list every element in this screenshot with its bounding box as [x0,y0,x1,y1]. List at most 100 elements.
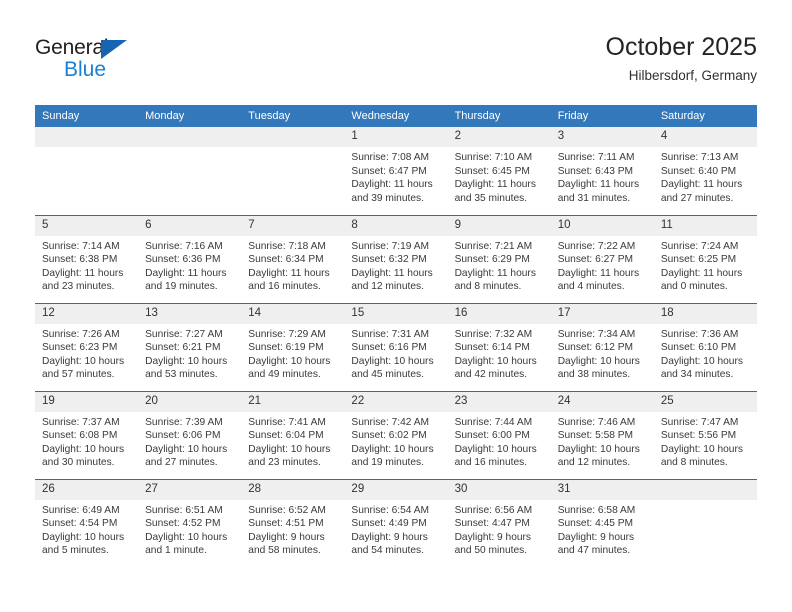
day-number: 16 [447,303,551,324]
daylight-duration-line2: and 30 minutes. [42,457,115,469]
calendar-day-cell[interactable]: 17 Sunrise: 7:34 AM Sunset: 6:12 PM Dayligh… [550,302,654,391]
daylight-duration-line1: Daylight: 10 hours [42,443,125,455]
sunset-time: Sunset: 6:21 PM [145,342,221,354]
day-details: Sunrise: 7:19 AM Sunset: 6:32 PM Daylight:… [344,236,447,294]
day-details: Sunrise: 7:10 AM Sunset: 6:45 PM Daylight:… [448,147,551,205]
title-block: October 2025 Hilbersdorf, Germany [606,32,758,86]
calendar-week-row: 26 Sunrise: 6:49 AM Sunset: 4:54 PM Dayligh… [35,478,757,567]
calendar-day-cell[interactable]: 10 Sunrise: 7:22 AM Sunset: 6:27 PM Dayligh… [550,214,654,303]
calendar-day-cell[interactable]: 18 Sunrise: 7:36 AM Sunset: 6:10 PM Dayligh… [653,302,757,391]
calendar-day-cell[interactable]: 23 Sunrise: 7:44 AM Sunset: 6:00 PM Dayligh… [447,390,551,479]
day-details: Sunrise: 7:26 AM Sunset: 6:23 PM Daylight:… [35,324,138,382]
calendar-day-cell[interactable]: 6 Sunrise: 7:16 AM Sunset: 6:36 PM Daylight… [138,214,242,303]
calendar-day-cell[interactable]: 20 Sunrise: 7:39 AM Sunset: 6:06 PM Dayligh… [138,390,242,479]
sunset-time: Sunset: 6:06 PM [145,430,221,442]
calendar-day-cell[interactable]: 1 Sunrise: 7:08 AM Sunset: 6:47 PM Daylight… [344,127,448,215]
calendar-day-cell[interactable]: 11 Sunrise: 7:24 AM Sunset: 6:25 PM Dayligh… [653,214,757,303]
calendar-day-cell[interactable]: 15 Sunrise: 7:31 AM Sunset: 6:16 PM Dayligh… [344,302,448,391]
daylight-duration-line1: Daylight: 10 hours [660,443,743,455]
calendar-day-cell[interactable]: 5 Sunrise: 7:14 AM Sunset: 6:38 PM Daylight… [35,214,139,303]
sunset-time: Sunset: 6:40 PM [660,165,737,177]
daylight-duration-line2: and 50 minutes. [454,545,528,557]
day-number: 25 [653,391,757,412]
day-details: Sunrise: 7:42 AM Sunset: 6:02 PM Daylight:… [344,412,447,470]
calendar-day-cell[interactable]: 26 Sunrise: 6:49 AM Sunset: 4:54 PM Dayligh… [35,478,139,567]
sunset-time: Sunset: 6:10 PM [660,342,737,354]
weekday-header-sunday: Sunday [35,105,139,127]
calendar-day-cell[interactable]: 21 Sunrise: 7:41 AM Sunset: 6:04 PM Dayligh… [241,390,345,479]
day-details: Sunrise: 7:21 AM Sunset: 6:29 PM Daylight:… [448,236,551,294]
calendar-day-cell[interactable]: 30 Sunrise: 6:56 AM Sunset: 4:47 PM Dayligh… [447,478,551,567]
calendar-day-cell[interactable]: 31 Sunrise: 6:58 AM Sunset: 4:45 PM Dayligh… [550,478,654,567]
sunset-time: Sunset: 6:38 PM [42,254,118,266]
sunset-time: Sunset: 4:45 PM [557,518,634,530]
calendar-day-cell[interactable]: 16 Sunrise: 7:32 AM Sunset: 6:14 PM Dayligh… [447,302,551,391]
general-blue-logo[interactable]: General Blue [35,36,155,84]
calendar-day-cell[interactable]: 9 Sunrise: 7:21 AM Sunset: 6:29 PM Daylight… [447,214,551,303]
day-details: Sunrise: 6:58 AM Sunset: 4:45 PM Daylight:… [551,500,654,558]
calendar-day-cell[interactable]: 28 Sunrise: 6:52 AM Sunset: 4:51 PM Dayligh… [241,478,345,567]
calendar-day-cell[interactable]: 14 Sunrise: 7:29 AM Sunset: 6:19 PM Dayligh… [241,302,345,391]
calendar-week-row: 19 Sunrise: 7:37 AM Sunset: 6:08 PM Dayligh… [35,390,757,479]
sunrise-time: Sunrise: 6:56 AM [454,504,533,516]
calendar-day-cell-empty [241,127,345,215]
sunrise-time: Sunrise: 7:22 AM [557,240,636,252]
day-details: Sunrise: 7:37 AM Sunset: 6:08 PM Daylight:… [35,412,138,470]
sunset-time: Sunset: 6:23 PM [42,342,118,354]
day-details: Sunrise: 7:14 AM Sunset: 6:38 PM Daylight:… [35,236,138,294]
sunset-time: Sunset: 6:45 PM [454,165,530,177]
calendar-day-cell[interactable]: 4 Sunrise: 7:13 AM Sunset: 6:40 PM Daylight… [653,127,757,215]
calendar-day-cell[interactable]: 25 Sunrise: 7:47 AM Sunset: 5:56 PM Dayligh… [653,390,757,479]
daylight-duration-line1: Daylight: 10 hours [351,443,434,455]
daylight-duration-line1: Daylight: 11 hours [454,179,536,191]
sunset-time: Sunset: 6:02 PM [351,430,427,442]
calendar-day-cell-empty [35,127,139,215]
calendar-day-cell[interactable]: 19 Sunrise: 7:37 AM Sunset: 6:08 PM Dayligh… [35,390,139,479]
calendar-day-cell[interactable]: 8 Sunrise: 7:19 AM Sunset: 6:32 PM Daylight… [344,214,448,303]
daylight-duration-line1: Daylight: 11 hours [145,267,227,279]
location-subtitle: Hilbersdorf, Germany [628,68,757,83]
daylight-duration-line1: Daylight: 10 hours [557,355,640,367]
daylight-duration-line1: Daylight: 9 hours [454,531,532,543]
sunrise-time: Sunrise: 7:44 AM [454,416,533,428]
day-number: 2 [447,127,551,147]
calendar-day-cell[interactable]: 27 Sunrise: 6:51 AM Sunset: 4:52 PM Dayligh… [138,478,242,567]
daylight-duration-line1: Daylight: 11 hours [42,267,124,279]
sunset-time: Sunset: 6:34 PM [248,254,324,266]
calendar-grid: Sunday Monday Tuesday Wednesday Thursday… [35,105,757,567]
day-number: 17 [550,303,654,324]
daylight-duration-line1: Daylight: 10 hours [248,443,331,455]
sunset-time: Sunset: 5:58 PM [557,430,634,442]
daylight-duration-line1: Daylight: 10 hours [454,355,537,367]
calendar-day-cell[interactable]: 2 Sunrise: 7:10 AM Sunset: 6:45 PM Daylight… [447,127,551,215]
daylight-duration-line1: Daylight: 11 hours [248,267,330,279]
daylight-duration-line1: Daylight: 11 hours [660,179,743,191]
day-details: Sunrise: 6:51 AM Sunset: 4:52 PM Daylight:… [138,500,241,558]
sunset-time: Sunset: 4:54 PM [42,518,118,530]
calendar-day-cell[interactable]: 29 Sunrise: 6:54 AM Sunset: 4:49 PM Dayligh… [344,478,448,567]
calendar-day-cell[interactable]: 12 Sunrise: 7:26 AM Sunset: 6:23 PM Dayligh… [35,302,139,391]
sunrise-time: Sunrise: 7:31 AM [351,328,430,340]
calendar-week-row: 12 Sunrise: 7:26 AM Sunset: 6:23 PM Dayligh… [35,302,757,391]
calendar-day-cell[interactable]: 13 Sunrise: 7:27 AM Sunset: 6:21 PM Dayligh… [138,302,242,391]
sunset-time: Sunset: 4:51 PM [248,518,324,530]
calendar-day-cell[interactable]: 24 Sunrise: 7:46 AM Sunset: 5:58 PM Dayligh… [550,390,654,479]
calendar-header-row: Sunday Monday Tuesday Wednesday Thursday… [35,105,757,127]
sunrise-time: Sunrise: 7:34 AM [557,328,636,340]
day-details: Sunrise: 7:39 AM Sunset: 6:06 PM Daylight:… [138,412,241,470]
day-number: 20 [138,391,242,412]
day-number: 21 [241,391,345,412]
sunset-time: Sunset: 6:32 PM [351,254,427,266]
daylight-duration-line1: Daylight: 10 hours [145,355,228,367]
day-number [653,479,757,500]
sunrise-time: Sunrise: 7:18 AM [248,240,326,252]
calendar-day-cell[interactable]: 22 Sunrise: 7:42 AM Sunset: 6:02 PM Dayligh… [344,390,448,479]
calendar-day-cell[interactable]: 7 Sunrise: 7:18 AM Sunset: 6:34 PM Daylight… [241,214,345,303]
logo-text-blue: Blue [64,58,107,81]
day-number: 29 [344,479,448,500]
day-details: Sunrise: 7:32 AM Sunset: 6:14 PM Daylight:… [448,324,551,382]
day-details: Sunrise: 7:16 AM Sunset: 6:36 PM Daylight:… [138,236,241,294]
day-details: Sunrise: 7:46 AM Sunset: 5:58 PM Daylight:… [551,412,654,470]
calendar-day-cell[interactable]: 3 Sunrise: 7:11 AM Sunset: 6:43 PM Daylight… [550,127,654,215]
day-details: Sunrise: 7:44 AM Sunset: 6:00 PM Daylight:… [448,412,551,470]
